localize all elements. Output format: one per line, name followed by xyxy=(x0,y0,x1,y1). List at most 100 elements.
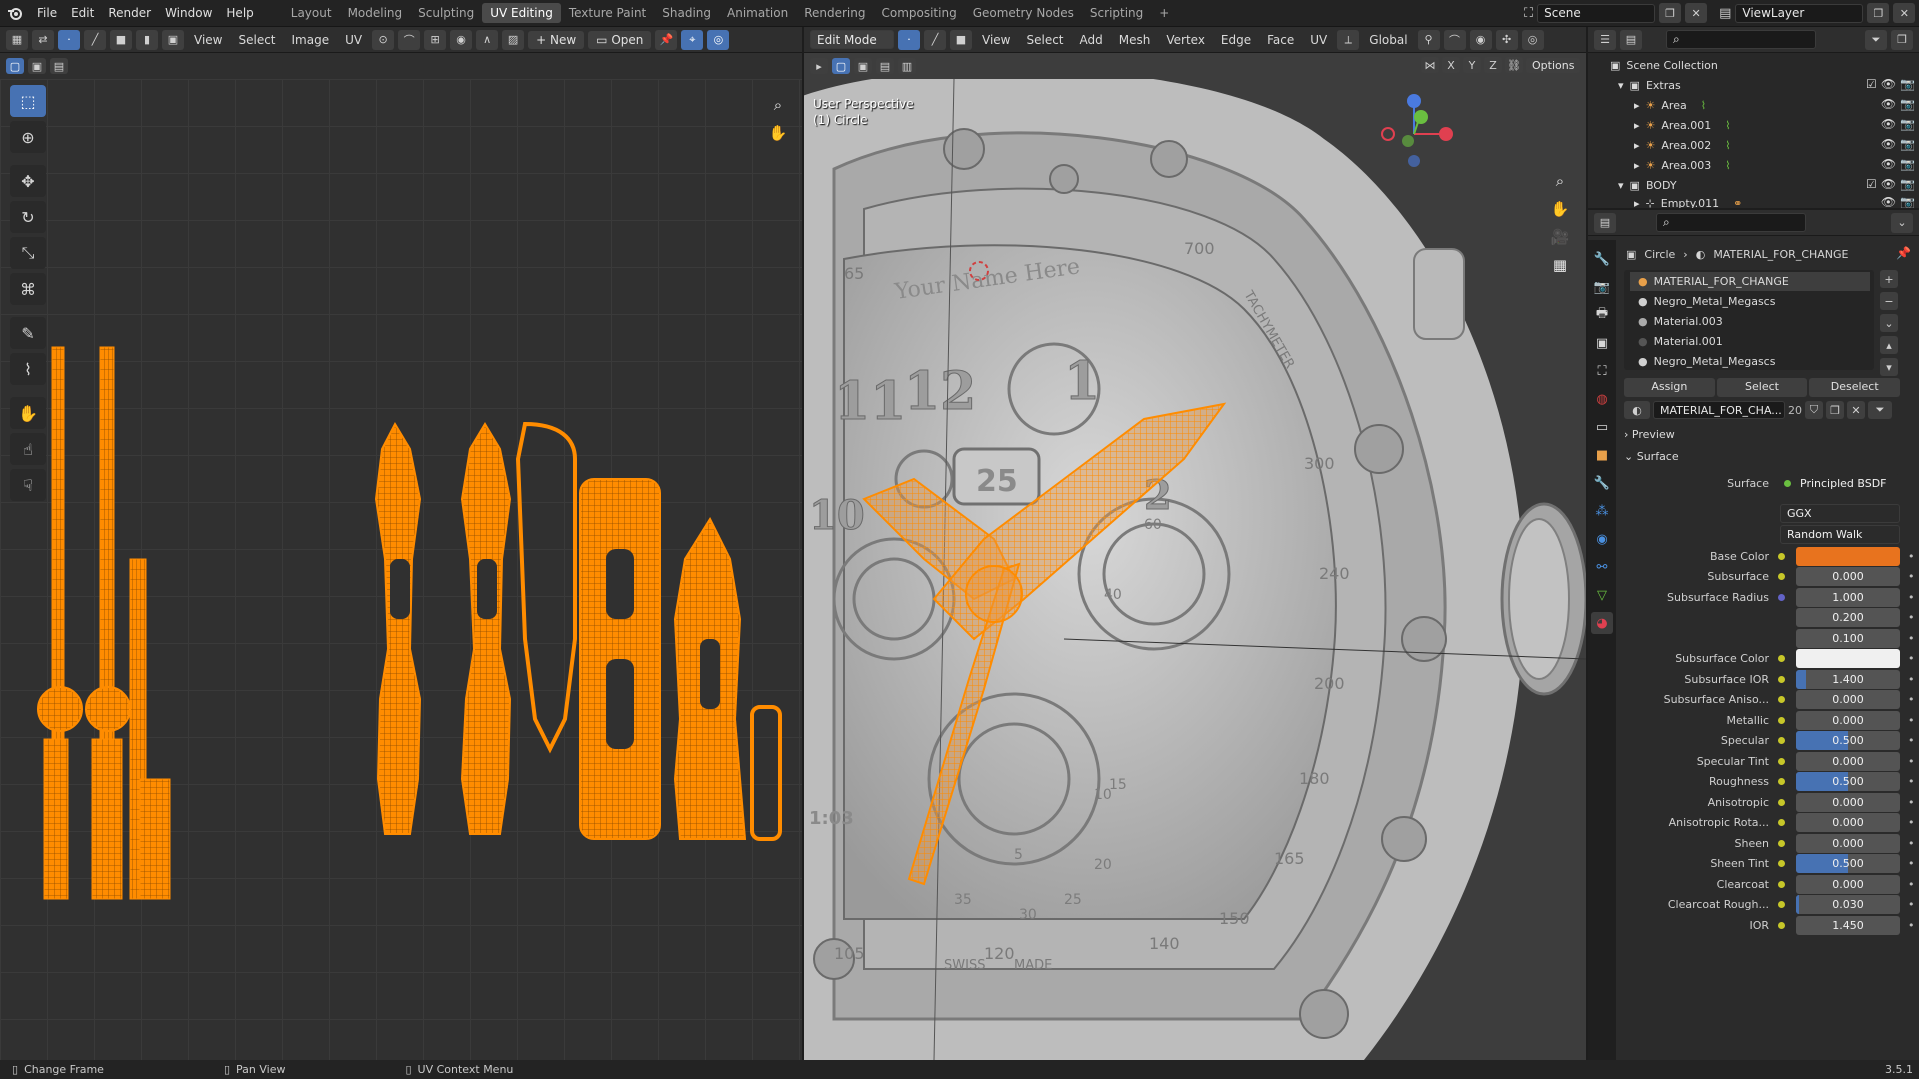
menu-file[interactable]: File xyxy=(30,6,64,20)
outliner-item-extras[interactable]: ▾ ▣ Extras ☑ 👁 📷 xyxy=(1588,75,1919,95)
assign-button[interactable]: Assign xyxy=(1624,378,1715,397)
workspace-tab-animation[interactable]: Animation xyxy=(719,3,796,23)
world-tab-icon[interactable]: ◍ xyxy=(1591,388,1613,410)
outliner-item-area-001[interactable]: ▸ ☀ Area.001 ⌇ 👁 📷 xyxy=(1588,115,1919,135)
socket-icon[interactable] xyxy=(1778,921,1785,929)
editor-type-icon[interactable]: ▦ xyxy=(6,29,28,50)
toggle-toolbar-icon[interactable]: ▸ xyxy=(810,58,828,74)
keyframe-icon[interactable]: • xyxy=(1908,857,1915,870)
keyframe-icon[interactable]: • xyxy=(1908,673,1915,686)
expand-icon[interactable]: ▸ xyxy=(1634,99,1640,112)
param-slider[interactable]: 1.450 xyxy=(1796,915,1900,935)
view-layer-tab-icon[interactable]: ▣ xyxy=(1591,332,1613,354)
slot-specials-icon[interactable]: ⌄ xyxy=(1880,314,1898,332)
outliner-item-empty-011[interactable]: ▸ ⊹ Empty.011 ⚭ 👁 📷 xyxy=(1588,193,1919,208)
falloff-icon[interactable]: ∧ xyxy=(476,29,499,50)
workspace-tab-layout[interactable]: Layout xyxy=(283,3,340,23)
surface-panel[interactable]: ⌄ Surface xyxy=(1624,450,1914,463)
uv-cursor-icon[interactable]: ⌖ xyxy=(681,29,704,50)
snap-target-icon[interactable]: ⊞ xyxy=(424,29,447,50)
keyframe-icon[interactable]: • xyxy=(1908,775,1915,788)
render-icon[interactable]: 📷 xyxy=(1900,177,1915,191)
preview-panel[interactable]: › Preview xyxy=(1624,428,1914,441)
workspace-tab-geometry-nodes[interactable]: Geometry Nodes xyxy=(965,3,1082,23)
subsurface-method-select[interactable]: Random Walk xyxy=(1780,524,1900,544)
expand-icon[interactable]: ▸ xyxy=(1634,159,1640,172)
new-collection-icon[interactable]: ❐ xyxy=(1891,29,1913,50)
distribution-select[interactable]: GGX xyxy=(1780,503,1900,523)
outliner-item-area-003[interactable]: ▸ ☀ Area.003 ⌇ 👁 📷 xyxy=(1588,155,1919,175)
sync-selection-icon[interactable]: ⇄ xyxy=(32,29,54,50)
move-tool-icon[interactable]: ✥ xyxy=(10,165,46,197)
color-swatch[interactable] xyxy=(1796,649,1900,668)
keyframe-icon[interactable]: • xyxy=(1908,611,1915,624)
outliner[interactable]: ☰ ▤ ⌕ ⏷ ❐ ▣ Scene Collection ▾ ▣ Extras … xyxy=(1588,27,1919,208)
physics-tab-icon[interactable]: ◉ xyxy=(1591,528,1613,550)
keyframe-icon[interactable]: • xyxy=(1908,570,1915,583)
keyframe-icon[interactable]: • xyxy=(1908,652,1915,665)
param-slider[interactable]: 0.000 xyxy=(1796,833,1900,853)
new-view-layer-icon[interactable]: ❐ xyxy=(1867,3,1890,23)
socket-icon[interactable] xyxy=(1778,696,1785,703)
object-tab-icon[interactable]: ■ xyxy=(1591,444,1613,466)
keyframe-icon[interactable]: • xyxy=(1908,632,1915,645)
outliner-search-input[interactable]: ⌕ xyxy=(1666,30,1816,49)
render-icon[interactable]: 📷 xyxy=(1900,137,1915,151)
keyframe-icon[interactable]: • xyxy=(1908,816,1915,829)
vp-menu-face[interactable]: Face xyxy=(1261,33,1300,47)
pivot-icon[interactable]: ⊙ xyxy=(372,29,395,50)
properties-search-input[interactable]: ⌕ xyxy=(1656,213,1806,232)
pinch-tool-icon[interactable]: ☟ xyxy=(10,469,46,501)
menu-help[interactable]: Help xyxy=(219,6,260,20)
param-slider[interactable]: 0.200 xyxy=(1796,608,1900,627)
param-slider[interactable]: 1.400 xyxy=(1796,669,1900,689)
edge-select-icon[interactable]: ╱ xyxy=(84,29,106,50)
expand-icon[interactable]: ▸ xyxy=(1634,139,1640,152)
viewport-gizmo-icon[interactable]: ✣ xyxy=(1495,29,1518,50)
socket-icon[interactable] xyxy=(1778,819,1785,826)
deselect-button[interactable]: Deselect xyxy=(1809,378,1901,397)
color-swatch[interactable] xyxy=(1796,546,1900,566)
scene-selector[interactable]: Scene xyxy=(1537,3,1656,23)
material-slot-item[interactable]: ● Material.003 xyxy=(1630,312,1870,331)
orientation-icon[interactable]: ⟂ xyxy=(1337,29,1360,50)
param-slider[interactable]: 0.000 xyxy=(1796,813,1900,832)
workspace-tab-modeling[interactable]: Modeling xyxy=(340,3,411,23)
socket-icon[interactable] xyxy=(1778,839,1785,847)
workspace-tab-compositing[interactable]: Compositing xyxy=(873,3,964,23)
data-tab-icon[interactable]: ▽ xyxy=(1591,584,1613,606)
grab-tool-icon[interactable]: ✋ xyxy=(10,397,46,429)
keyframe-icon[interactable]: • xyxy=(1908,693,1915,706)
modifier-tab-icon[interactable]: 🔧 xyxy=(1591,472,1613,494)
rip-tool-icon[interactable]: ⌇ xyxy=(10,353,46,385)
socket-icon[interactable] xyxy=(1778,675,1785,683)
proportional-edit-icon[interactable]: ◉ xyxy=(450,29,473,50)
island-select-icon[interactable]: ▮ xyxy=(136,29,158,50)
delete-view-layer-icon[interactable]: ✕ xyxy=(1893,3,1916,23)
remove-slot-icon[interactable]: − xyxy=(1880,292,1898,310)
keyframe-icon[interactable]: • xyxy=(1908,898,1915,911)
select-box-tool-icon[interactable]: ⬚ xyxy=(10,85,46,117)
menu-edit[interactable]: Edit xyxy=(64,6,101,20)
pan-icon[interactable]: ✋ xyxy=(1546,195,1574,223)
properties-options-icon[interactable]: ⌄ xyxy=(1891,212,1913,233)
navigation-gizmo[interactable] xyxy=(1364,89,1464,169)
param-slider[interactable]: 0.100 xyxy=(1796,628,1900,648)
transform-tool-icon[interactable]: ⌘ xyxy=(10,273,46,305)
socket-icon[interactable] xyxy=(1778,737,1785,744)
vp-select-new-icon[interactable]: ▢ xyxy=(832,58,850,74)
select-button[interactable]: Select xyxy=(1716,378,1808,397)
param-slider[interactable]: 0.500 xyxy=(1796,731,1900,750)
param-slider[interactable]: 0.500 xyxy=(1796,772,1900,791)
uv-menu-select[interactable]: Select xyxy=(232,33,281,47)
vp-menu-uv[interactable]: UV xyxy=(1304,33,1333,47)
outliner-item-body[interactable]: ▾ ▣ BODY ☑ 👁 📷 xyxy=(1588,175,1919,195)
overlays-icon[interactable]: ◎ xyxy=(707,29,730,50)
visibility-icon[interactable]: 👁 xyxy=(1881,177,1896,191)
param-slider[interactable]: 0.500 xyxy=(1796,854,1900,873)
workspace-tab-shading[interactable]: Shading xyxy=(654,3,719,23)
browse-material-icon[interactable]: ◐ xyxy=(1624,401,1650,419)
expand-icon[interactable]: ▾ xyxy=(1618,79,1624,92)
checkbox-icon[interactable]: ☑ xyxy=(1866,77,1877,91)
workspace-tab-rendering[interactable]: Rendering xyxy=(796,3,873,23)
